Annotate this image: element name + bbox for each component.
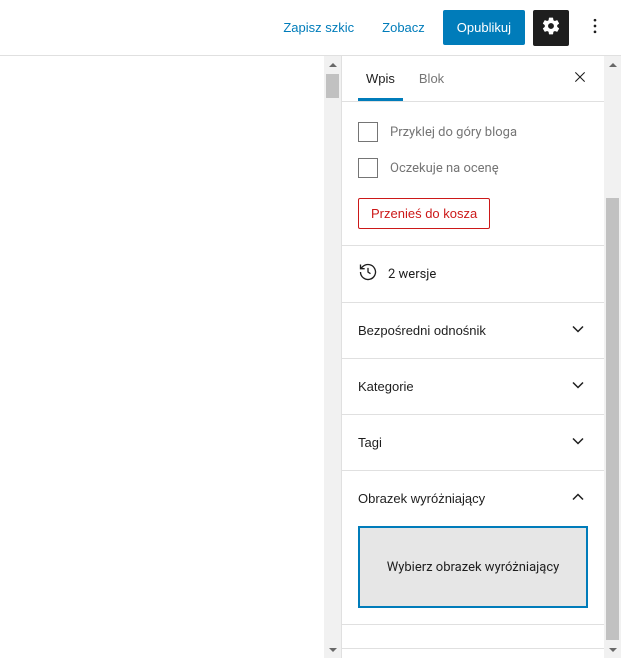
section-tags: Tagi (342, 415, 604, 471)
revisions-label: 2 wersje (388, 267, 436, 282)
status-visibility-panel: Przyklej do góry bloga Oczekuje na ocenę… (342, 102, 604, 246)
section-featured-image: Obrazek wyróżniający Wybierz obrazek wyr… (342, 471, 604, 625)
sticky-label: Przyklej do góry bloga (390, 125, 517, 140)
section-permalink: Bezpośredni odnośnik (342, 303, 604, 359)
pending-review-checkbox[interactable] (358, 158, 378, 178)
pending-review-row: Oczekuje na ocenę (358, 150, 588, 186)
sidebar-panel-body: Przyklej do góry bloga Oczekuje na ocenę… (342, 102, 604, 658)
app-root: Zapisz szkic Zobacz Opublikuj (0, 0, 621, 658)
preview-button[interactable]: Zobacz (372, 12, 435, 43)
chevron-up-icon (568, 487, 588, 510)
save-draft-button[interactable]: Zapisz szkic (273, 12, 364, 43)
sidebar-scrollbar[interactable] (604, 56, 621, 658)
section-header-categories[interactable]: Kategorie (342, 359, 604, 414)
set-featured-image-button[interactable]: Wybierz obrazek wyróżniający (358, 526, 588, 608)
scroll-up-arrow-icon[interactable] (604, 56, 621, 73)
section-header-permalink[interactable]: Bezpośredni odnośnik (342, 303, 604, 358)
tab-post[interactable]: Wpis (358, 57, 403, 101)
more-options-button[interactable] (577, 10, 613, 46)
dots-vertical-icon (585, 16, 605, 39)
spacer (342, 625, 604, 649)
scroll-up-arrow-icon[interactable] (324, 56, 341, 73)
chevron-down-icon (568, 431, 588, 454)
section-header-excerpt[interactable]: Zajawka (342, 649, 604, 658)
close-icon (572, 69, 588, 88)
editor-top-bar: Zapisz szkic Zobacz Opublikuj (0, 0, 621, 56)
pending-review-label: Oczekuje na ocenę (390, 161, 499, 176)
editor-scrollbar[interactable] (324, 56, 341, 658)
section-header-tags[interactable]: Tagi (342, 415, 604, 470)
section-excerpt: Zajawka (342, 649, 604, 658)
sidebar-tabs: Wpis Blok (342, 56, 604, 102)
chevron-down-icon (568, 375, 588, 398)
scrollbar-thumb[interactable] (326, 74, 339, 98)
sticky-checkbox-row: Przyklej do góry bloga (358, 114, 588, 150)
editor-body: Wpis Blok Przyklej do góry bloga (0, 56, 621, 658)
section-categories: Kategorie (342, 359, 604, 415)
sticky-checkbox[interactable] (358, 122, 378, 142)
settings-sidebar: Wpis Blok Przyklej do góry bloga (341, 56, 621, 658)
scroll-down-arrow-icon[interactable] (324, 641, 341, 658)
chevron-down-icon (568, 319, 588, 342)
scrollbar-thumb[interactable] (606, 198, 619, 640)
editor-canvas[interactable] (0, 56, 341, 658)
close-sidebar-button[interactable] (566, 65, 594, 93)
revisions-row[interactable]: 2 wersje (342, 246, 604, 303)
scroll-down-arrow-icon[interactable] (604, 641, 621, 658)
section-header-featured-image[interactable]: Obrazek wyróżniający (342, 471, 604, 526)
settings-toggle-button[interactable] (533, 10, 569, 46)
section-title: Kategorie (358, 379, 414, 394)
section-title: Obrazek wyróżniający (358, 491, 485, 506)
history-icon (358, 262, 378, 286)
featured-image-body: Wybierz obrazek wyróżniający (342, 526, 604, 624)
section-title: Tagi (358, 435, 382, 450)
publish-button[interactable]: Opublikuj (443, 10, 525, 45)
tab-block[interactable]: Blok (411, 57, 452, 101)
move-to-trash-button[interactable]: Przenieś do kosza (358, 198, 490, 229)
gear-icon (541, 16, 561, 39)
section-title: Bezpośredni odnośnik (358, 323, 486, 338)
featured-placeholder-label: Wybierz obrazek wyróżniający (387, 560, 560, 575)
